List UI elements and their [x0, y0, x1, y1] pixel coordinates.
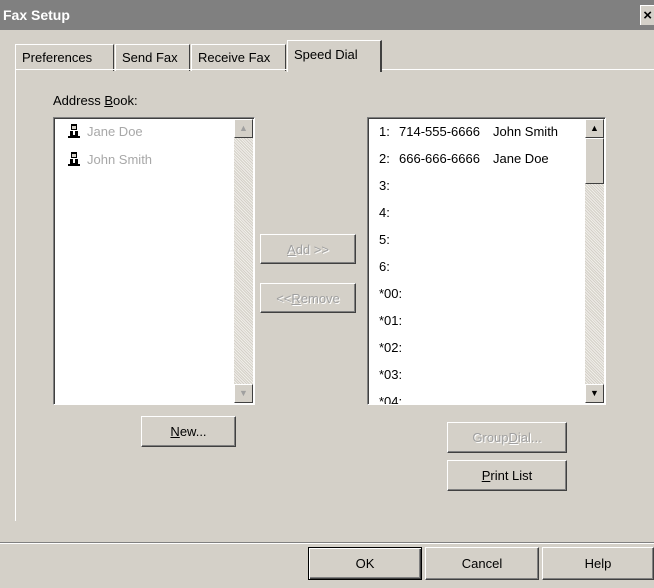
- scroll-down-icon[interactable]: ▼: [585, 384, 604, 403]
- speed-dial-scrollbar[interactable]: ▲ ▼: [585, 119, 604, 403]
- scroll-up-icon[interactable]: ▲: [234, 119, 253, 138]
- list-item[interactable]: 3:: [379, 176, 390, 194]
- address-book-scrollbar[interactable]: ▲ ▼: [234, 119, 253, 403]
- address-book-entry-name: John Smith: [87, 151, 153, 167]
- tab-speed-dial[interactable]: Speed Dial: [287, 40, 382, 72]
- address-book-entry-name: Jane Doe: [87, 123, 143, 139]
- tab-preferences[interactable]: Preferences: [15, 44, 114, 71]
- window-title: Fax Setup: [3, 7, 70, 23]
- list-item[interactable]: 2: 666-666-6666 Jane Doe: [379, 149, 549, 167]
- cancel-button[interactable]: Cancel: [425, 547, 539, 580]
- scroll-thumb[interactable]: [585, 138, 604, 184]
- list-item[interactable]: 5:: [379, 230, 390, 248]
- speed-dial-list[interactable]: 1: 714-555-6666 John Smith 2: 666-666-66…: [367, 117, 606, 405]
- person-icon: [68, 124, 80, 138]
- ok-button[interactable]: OK: [308, 547, 422, 580]
- list-item[interactable]: *03:: [379, 365, 402, 383]
- list-item[interactable]: Jane Doe: [66, 122, 143, 140]
- close-icon[interactable]: ×: [640, 5, 654, 25]
- list-item[interactable]: *01:: [379, 311, 402, 329]
- remove-button[interactable]: << Remove: [260, 283, 356, 313]
- group-dial-button[interactable]: Group Dial...: [447, 422, 567, 453]
- list-item[interactable]: 4:: [379, 203, 390, 221]
- scroll-up-icon[interactable]: ▲: [585, 119, 604, 138]
- help-button[interactable]: Help: [542, 547, 654, 580]
- title-bar: Fax Setup ×: [0, 0, 654, 30]
- separator: [0, 542, 654, 544]
- person-icon: [68, 152, 80, 166]
- list-item[interactable]: John Smith: [66, 150, 152, 168]
- list-item[interactable]: *04:: [379, 392, 402, 405]
- print-list-button[interactable]: Print List: [447, 460, 567, 491]
- tab-receive-fax[interactable]: Receive Fax: [191, 44, 286, 71]
- list-item[interactable]: 1: 714-555-6666 John Smith: [379, 122, 558, 140]
- list-item[interactable]: *00:: [379, 284, 402, 302]
- tab-send-fax[interactable]: Send Fax: [115, 44, 190, 71]
- list-item[interactable]: 6:: [379, 257, 390, 275]
- add-button[interactable]: Add >>: [260, 234, 356, 264]
- scroll-down-icon[interactable]: ▼: [234, 384, 253, 403]
- address-book-list[interactable]: Jane Doe John Smith ▲ ▼: [53, 117, 255, 405]
- new-button[interactable]: New...: [141, 416, 236, 447]
- list-item[interactable]: *02:: [379, 338, 402, 356]
